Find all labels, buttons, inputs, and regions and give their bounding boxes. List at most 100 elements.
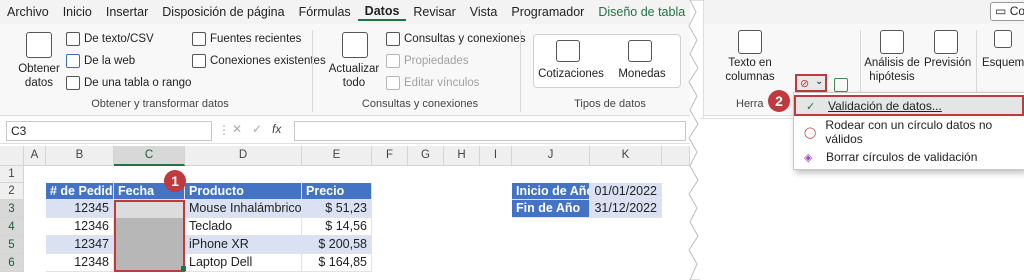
row-header-1[interactable]: 1 <box>0 166 24 183</box>
col-header-f[interactable]: F <box>372 146 408 166</box>
table-header-pedido[interactable]: # de Pedido <box>46 183 114 200</box>
text-to-columns-icon <box>738 30 762 54</box>
formula-bar: C3 ⋮ ✕ ✓ fx <box>0 118 690 144</box>
inicio-label-cell[interactable]: Inicio de Año <box>512 183 590 200</box>
existing-connections-button[interactable]: Conexiones existentes <box>192 54 326 68</box>
table-cell-producto[interactable]: iPhone XR <box>185 236 302 254</box>
recent-sources-button[interactable]: Fuentes recientes <box>192 32 301 46</box>
col-header-e[interactable]: E <box>302 146 372 166</box>
forecast-icon <box>934 30 958 54</box>
row-header-6[interactable]: 6 <box>0 254 24 272</box>
tab-revisar[interactable]: Revisar <box>406 5 462 19</box>
analisis-hipotesis-button[interactable]: Análisis de hipótesis <box>860 56 924 84</box>
table-cell-precio[interactable]: $ 164,85 <box>302 254 372 272</box>
menu-bar: Archivo Inicio Insertar Disposición de p… <box>0 0 690 24</box>
fin-value-cell[interactable]: 31/12/2022 <box>590 200 662 218</box>
tab-diseno-tabla[interactable]: Diseño de tabla <box>591 5 692 19</box>
col-header-h[interactable]: H <box>444 146 480 166</box>
from-text-csv-button[interactable]: De texto/CSV <box>66 32 154 46</box>
menu-item-rodear[interactable]: ◯ Rodear con un círculo datos no válidos <box>794 118 1024 146</box>
esquema-button[interactable]: Esquema <box>982 56 1024 70</box>
tab-formulas[interactable]: Fórmulas <box>292 5 358 19</box>
fill-handle[interactable] <box>181 266 186 271</box>
connections-icon <box>192 54 206 68</box>
comment-icon: ▭ <box>995 4 1007 18</box>
properties-button[interactable]: Propiedades <box>386 54 469 68</box>
queries-connections-button[interactable]: Consultas y conexiones <box>386 32 525 46</box>
name-box[interactable]: C3 <box>6 121 212 141</box>
row-header-5[interactable]: 5 <box>0 236 24 254</box>
group-label-consultas: Consultas y conexiones <box>361 98 479 110</box>
table-cell-pedido[interactable]: 12346 <box>46 218 114 236</box>
more-icon: ⋮ <box>218 123 230 137</box>
step-badge-2: 2 <box>768 90 790 112</box>
bank-icon <box>556 40 580 62</box>
tab-vista[interactable]: Vista <box>463 5 505 19</box>
menu-item-borrar[interactable]: ◈ Borrar círculos de validación <box>794 146 1024 167</box>
active-cell[interactable] <box>116 202 183 218</box>
col-header-b[interactable]: B <box>46 146 114 166</box>
obtener-datos-button[interactable]: Obtener datos <box>14 62 64 90</box>
clear-circles-icon: ◈ <box>804 151 813 164</box>
menu-item-validacion[interactable]: ✓ Validación de datos... <box>794 95 1024 116</box>
table-cell-producto[interactable]: Laptop Dell <box>185 254 302 272</box>
cancel-icon[interactable]: ✕ <box>232 122 242 136</box>
selected-range-c3-c6[interactable] <box>114 200 185 272</box>
fin-label-cell[interactable]: Fin de Año <box>512 200 590 218</box>
data-types-gallery: Cotizaciones Monedas <box>533 34 681 88</box>
table-cell-precio[interactable]: $ 200,58 <box>302 236 372 254</box>
col-header-d[interactable]: D <box>185 146 302 166</box>
edit-links-button[interactable]: Editar vínculos <box>386 76 479 90</box>
currency-icon <box>628 40 652 62</box>
web-icon <box>66 54 80 68</box>
prevision-button[interactable]: Previsión <box>924 56 971 70</box>
validation-icon: ✓ <box>806 100 816 113</box>
table-cell-pedido[interactable]: 12347 <box>46 236 114 254</box>
col-header-a[interactable]: A <box>24 146 46 166</box>
table-cell-producto[interactable]: Teclado <box>185 218 302 236</box>
select-all-corner[interactable] <box>0 146 24 166</box>
from-web-button[interactable]: De la web <box>66 54 135 68</box>
monedas-button[interactable]: Monedas <box>612 67 672 81</box>
formula-input[interactable] <box>294 121 686 141</box>
tab-inicio[interactable]: Inicio <box>56 5 99 19</box>
col-header-g[interactable]: G <box>408 146 444 166</box>
col-header-i[interactable]: I <box>480 146 512 166</box>
texto-en-columnas-button[interactable]: Texto en columnas <box>712 56 788 84</box>
table-cell-precio[interactable]: $ 51,23 <box>302 200 372 218</box>
menu-bar-right: ▭ Co <box>700 0 1024 24</box>
data-model-icon[interactable] <box>834 78 848 92</box>
data-validation-dropdown-button[interactable]: ⊘ ⌄ <box>795 74 827 92</box>
fx-icon[interactable]: fx <box>272 122 281 136</box>
row-header-3[interactable]: 3 <box>0 200 24 218</box>
tab-archivo[interactable]: Archivo <box>0 5 56 19</box>
table-header-producto[interactable]: Producto <box>185 183 302 200</box>
ribbon: Obtener datos De texto/CSV De la web De … <box>0 24 690 116</box>
table-cell-producto[interactable]: Mouse Inhalámbrico <box>185 200 302 218</box>
inicio-value-cell[interactable]: 01/01/2022 <box>590 183 662 200</box>
tab-datos[interactable]: Datos <box>357 4 407 21</box>
col-header-j[interactable]: J <box>512 146 590 166</box>
table-cell-precio[interactable]: $ 14,56 <box>302 218 372 236</box>
table-cell-pedido[interactable]: 12345 <box>46 200 114 218</box>
table-header-precio[interactable]: Precio <box>302 183 372 200</box>
tab-programador[interactable]: Programador <box>504 5 591 19</box>
queries-icon <box>386 32 400 46</box>
validation-icon: ⊘ <box>800 78 810 90</box>
text-file-icon <box>66 32 80 46</box>
row-header-4[interactable]: 4 <box>0 218 24 236</box>
table-icon <box>66 76 80 90</box>
cotizaciones-button[interactable]: Cotizaciones <box>536 67 606 81</box>
tab-disposicion[interactable]: Disposición de página <box>155 5 291 19</box>
confirm-icon[interactable]: ✓ <box>252 122 262 136</box>
comments-button[interactable]: ▭ Co <box>990 2 1024 21</box>
tab-insertar[interactable]: Insertar <box>99 5 155 19</box>
from-table-button[interactable]: De una tabla o rango <box>66 76 191 90</box>
what-if-icon <box>880 30 904 54</box>
refresh-icon <box>342 32 368 58</box>
row-header-2[interactable]: 2 <box>0 183 24 200</box>
col-header-c[interactable]: C <box>114 146 185 166</box>
actualizar-todo-button[interactable]: Actualizar todo <box>318 62 390 90</box>
col-header-k[interactable]: K <box>590 146 662 166</box>
table-cell-pedido[interactable]: 12348 <box>46 254 114 272</box>
